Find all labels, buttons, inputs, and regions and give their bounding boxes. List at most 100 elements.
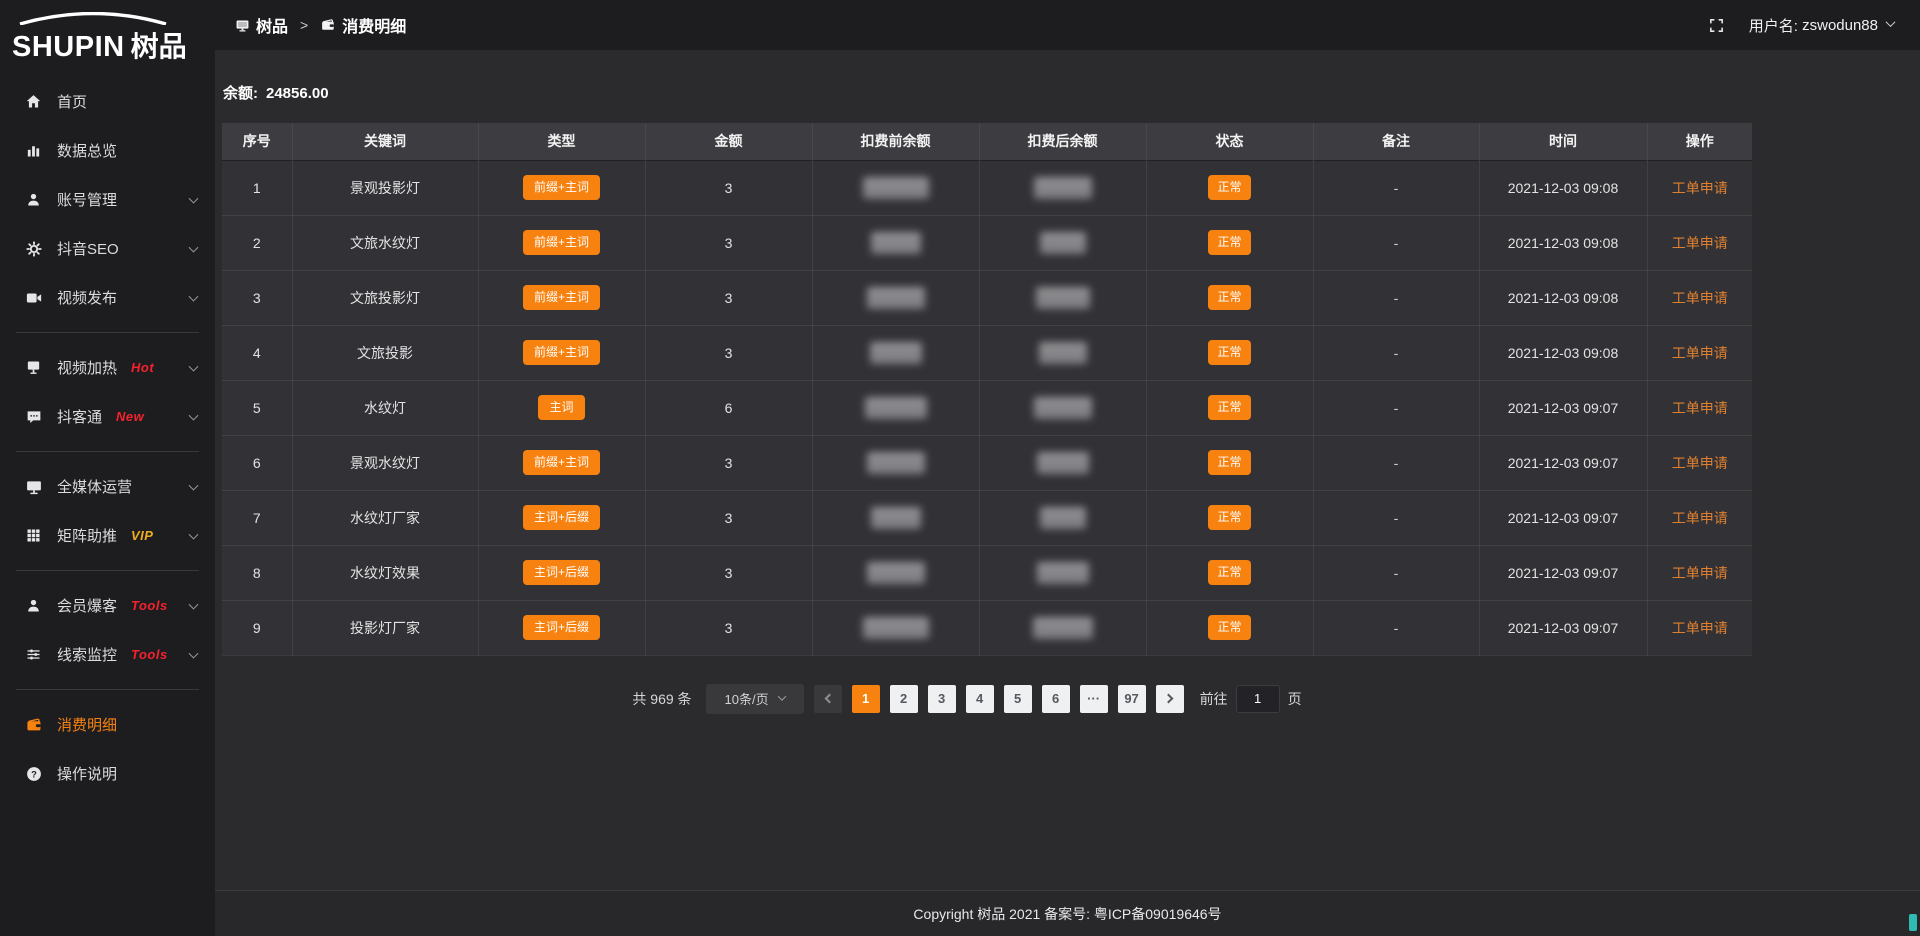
balance-before-cell <box>812 545 979 600</box>
amount-cell: 3 <box>645 325 812 380</box>
page-button-1[interactable]: 1 <box>852 685 880 713</box>
page-button-5[interactable]: 5 <box>1004 685 1032 713</box>
goto-page-input[interactable] <box>1236 685 1280 713</box>
status-badge: 正常 <box>1208 505 1250 529</box>
sidebar-item-tag: New <box>116 409 144 424</box>
fullscreen-icon[interactable] <box>1708 17 1725 34</box>
sliders-icon <box>24 645 43 664</box>
action-cell: 工单申请 <box>1647 160 1752 215</box>
redacted-value <box>1040 232 1086 254</box>
sidebar-item-home[interactable]: 首页 <box>0 77 215 126</box>
app-window: SHUPIN 树品 首页数据总览账号管理抖音SEO视频发布视频加热 Hot 抖客通 N… <box>0 0 1920 936</box>
sidebar-item-label: 视频加热 <box>57 357 117 378</box>
action-cell: 工单申请 <box>1647 270 1752 325</box>
remark-cell: - <box>1313 215 1479 270</box>
remark-cell: - <box>1313 435 1479 490</box>
status-cell: 正常 <box>1146 325 1313 380</box>
sidebar-item-data-overview[interactable]: 数据总览 <box>0 126 215 175</box>
page-button-2[interactable]: 2 <box>890 685 918 713</box>
type-badge: 主词+后缀 <box>523 505 600 529</box>
keyword-cell: 水纹灯 <box>292 380 478 435</box>
amount-cell: 3 <box>645 490 812 545</box>
brand-logo[interactable]: SHUPIN 树品 <box>0 0 215 77</box>
balance-before-cell <box>812 380 979 435</box>
page-size-value: 10条/页 <box>725 689 769 708</box>
work-order-link[interactable]: 工单申请 <box>1672 510 1728 526</box>
remark-cell: - <box>1313 325 1479 380</box>
breadcrumb-item-current[interactable]: 消费明细 <box>320 13 406 37</box>
status-cell: 正常 <box>1146 380 1313 435</box>
index-cell: 6 <box>222 435 292 490</box>
sidebar-item-lead-monitoring[interactable]: 线索监控Tools <box>0 630 215 679</box>
sidebar-item-video-publish[interactable]: 视频发布 <box>0 273 215 322</box>
status-badge: 正常 <box>1208 230 1250 254</box>
work-order-link[interactable]: 工单申请 <box>1672 455 1728 471</box>
next-page-button[interactable] <box>1156 685 1184 713</box>
breadcrumb-item-home[interactable]: 树品 <box>235 13 288 37</box>
work-order-link[interactable]: 工单申请 <box>1672 620 1728 636</box>
page-button-3[interactable]: 3 <box>928 685 956 713</box>
type-cell: 主词+后缀 <box>478 545 645 600</box>
sidebar-item-video-heating[interactable]: 视频加热 Hot <box>0 343 215 392</box>
page-size-select[interactable]: 10条/页 <box>706 684 804 714</box>
more-pages-button[interactable]: ··· <box>1080 685 1108 713</box>
sidebar-item-consumption-details[interactable]: 消费明细 <box>0 700 215 749</box>
balance-before-cell <box>812 490 979 545</box>
page-button-4[interactable]: 4 <box>966 685 994 713</box>
time-cell: 2021-12-03 09:08 <box>1479 215 1647 270</box>
work-order-link[interactable]: 工单申请 <box>1672 400 1728 416</box>
index-cell: 2 <box>222 215 292 270</box>
sidebar-item-account-management[interactable]: 账号管理 <box>0 175 215 224</box>
status-badge: 正常 <box>1208 340 1250 364</box>
status-badge: 正常 <box>1208 175 1250 199</box>
sidebar-item-douketong[interactable]: 抖客通 New <box>0 392 215 441</box>
redacted-value <box>1036 287 1090 309</box>
redacted-value <box>1040 507 1086 529</box>
breadcrumb: 树品 > 消费明细 <box>235 13 406 37</box>
sidebar-item-tag: Hot <box>131 360 154 375</box>
remark-cell: - <box>1313 270 1479 325</box>
action-cell: 工单申请 <box>1647 490 1752 545</box>
amount-cell: 3 <box>645 600 812 655</box>
sidebar-item-member-marketing[interactable]: 会员爆客Tools <box>0 581 215 630</box>
status-cell: 正常 <box>1146 545 1313 600</box>
redacted-value <box>867 562 925 584</box>
work-order-link[interactable]: 工单申请 <box>1672 565 1728 581</box>
balance-before-cell <box>812 435 979 490</box>
consumption-table: 序号关键词类型金额扣费前余额扣费后余额状态备注时间操作 1景观投影灯前缀+主词3… <box>222 123 1752 656</box>
work-order-link[interactable]: 工单申请 <box>1672 235 1728 251</box>
column-header-5: 扣费后余额 <box>979 123 1146 160</box>
chevron-down-icon <box>189 529 199 539</box>
sidebar-item-label: 抖客通 <box>57 406 102 427</box>
sidebar-item-matrix-boost[interactable]: 矩阵助推VIP <box>0 511 215 560</box>
sidebar-item-douyin-seo[interactable]: 抖音SEO <box>0 224 215 273</box>
type-cell: 主词+后缀 <box>478 600 645 655</box>
sidebar-item-operation-guide[interactable]: ?操作说明 <box>0 749 215 798</box>
keyword-cell: 文旅水纹灯 <box>292 215 478 270</box>
redacted-value <box>1037 452 1089 474</box>
status-cell: 正常 <box>1146 435 1313 490</box>
page-button-6[interactable]: 6 <box>1042 685 1070 713</box>
type-badge: 前缀+主词 <box>523 340 600 364</box>
page-button-97[interactable]: 97 <box>1118 685 1146 713</box>
copyright-text: Copyright 树品 2021 备案号: 粤ICP备09019646号 <box>913 904 1221 924</box>
user-menu[interactable]: 用户名: zswodun88 <box>1749 15 1894 36</box>
person-icon <box>24 596 43 615</box>
status-badge: 正常 <box>1208 560 1250 584</box>
table-row: 3文旅投影灯前缀+主词3正常-2021-12-03 09:08工单申请 <box>222 270 1752 325</box>
remark-cell: - <box>1313 545 1479 600</box>
work-order-link[interactable]: 工单申请 <box>1672 180 1728 196</box>
status-badge: 正常 <box>1208 450 1250 474</box>
sidebar-item-all-media-operation[interactable]: 全媒体运营 <box>0 462 215 511</box>
time-cell: 2021-12-03 09:08 <box>1479 270 1647 325</box>
work-order-link[interactable]: 工单申请 <box>1672 345 1728 361</box>
table-header-row: 序号关键词类型金额扣费前余额扣费后余额状态备注时间操作 <box>222 123 1752 160</box>
table-row: 9投影灯厂家主词+后缀3正常-2021-12-03 09:07工单申请 <box>222 600 1752 655</box>
remark-cell: - <box>1313 160 1479 215</box>
redacted-value <box>1034 177 1092 199</box>
remark-cell: - <box>1313 600 1479 655</box>
screen-icon <box>24 358 43 377</box>
prev-page-button[interactable] <box>814 685 842 713</box>
work-order-link[interactable]: 工单申请 <box>1672 290 1728 306</box>
redacted-value <box>870 342 922 364</box>
